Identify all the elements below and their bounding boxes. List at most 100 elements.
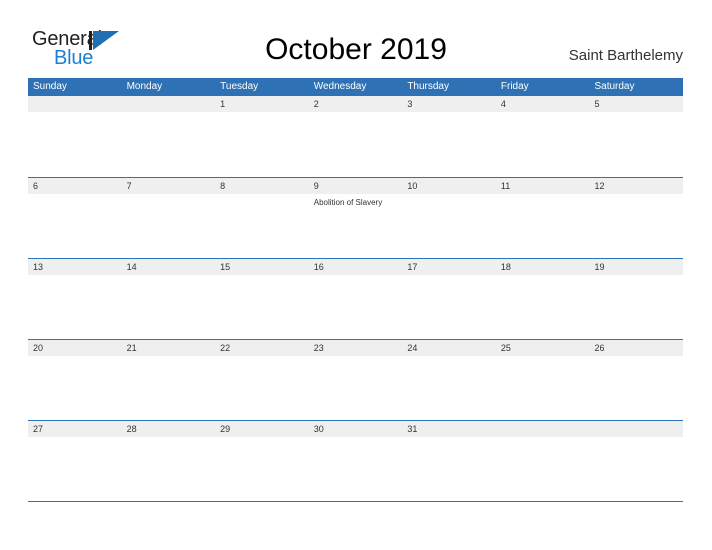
day-number[interactable]: 27 bbox=[28, 421, 122, 437]
week-event-band bbox=[28, 275, 683, 339]
day-cell[interactable] bbox=[496, 275, 590, 339]
day-number[interactable]: 10 bbox=[402, 178, 496, 194]
day-cell[interactable] bbox=[589, 275, 683, 339]
day-number[interactable]: 9 bbox=[309, 178, 403, 194]
day-number[interactable]: 24 bbox=[402, 340, 496, 356]
day-cell[interactable] bbox=[496, 437, 590, 501]
day-number[interactable]: 25 bbox=[496, 340, 590, 356]
day-cell[interactable]: Abolition of Slavery bbox=[309, 194, 403, 258]
calendar-week-row: 13 14 15 16 17 18 19 bbox=[28, 258, 683, 339]
day-number[interactable]: 6 bbox=[28, 178, 122, 194]
day-number[interactable]: 18 bbox=[496, 259, 590, 275]
day-number-empty bbox=[28, 96, 122, 112]
day-number[interactable]: 23 bbox=[309, 340, 403, 356]
calendar-bottom-divider bbox=[28, 501, 683, 502]
day-number[interactable]: 19 bbox=[589, 259, 683, 275]
day-number[interactable]: 1 bbox=[215, 96, 309, 112]
day-cell[interactable] bbox=[122, 194, 216, 258]
calendar-weeks: 1 2 3 4 5 6 7 8 9 10 11 12 Abolition of Slavery 13 14 1… bbox=[28, 96, 683, 501]
day-number[interactable]: 13 bbox=[28, 259, 122, 275]
calendar-page: General Blue October 2019 Saint Barthele… bbox=[0, 0, 712, 550]
day-number[interactable]: 21 bbox=[122, 340, 216, 356]
day-cell[interactable] bbox=[122, 356, 216, 420]
weekday-header-saturday: Saturday bbox=[594, 81, 635, 92]
day-number[interactable]: 30 bbox=[309, 421, 403, 437]
week-event-band bbox=[28, 356, 683, 420]
weekday-header-row: Sunday Monday Tuesday Wednesday Thursday… bbox=[28, 78, 683, 96]
day-cell[interactable] bbox=[122, 437, 216, 501]
week-date-band: 20 21 22 23 24 25 26 bbox=[28, 339, 683, 356]
day-cell[interactable] bbox=[589, 194, 683, 258]
weekday-header-monday: Monday bbox=[126, 81, 163, 92]
day-number[interactable]: 31 bbox=[402, 421, 496, 437]
weekday-header-thursday: Thursday bbox=[407, 81, 449, 92]
day-cell[interactable] bbox=[122, 275, 216, 339]
week-date-band: 12345 bbox=[28, 96, 683, 112]
calendar-week-row: 20 21 22 23 24 25 26 bbox=[28, 339, 683, 420]
day-event: Abolition of Slavery bbox=[313, 198, 383, 207]
day-cell[interactable] bbox=[309, 437, 403, 501]
day-number[interactable]: 26 bbox=[589, 340, 683, 356]
page-header: General Blue October 2019 Saint Barthele… bbox=[0, 0, 712, 78]
day-number[interactable]: 4 bbox=[496, 96, 590, 112]
day-cell[interactable] bbox=[309, 356, 403, 420]
day-number[interactable]: 29 bbox=[215, 421, 309, 437]
day-number[interactable]: 20 bbox=[28, 340, 122, 356]
day-number-empty bbox=[496, 421, 590, 437]
day-cell[interactable] bbox=[496, 194, 590, 258]
day-cell[interactable] bbox=[122, 112, 216, 176]
day-cell[interactable] bbox=[496, 112, 590, 176]
day-cell[interactable] bbox=[589, 356, 683, 420]
weekday-header-sunday: Sunday bbox=[33, 81, 67, 92]
day-number-empty bbox=[122, 96, 216, 112]
calendar-week-row: 27 28 29 30 31 bbox=[28, 420, 683, 501]
day-cell[interactable] bbox=[215, 356, 309, 420]
day-cell[interactable] bbox=[215, 437, 309, 501]
day-cell[interactable] bbox=[28, 194, 122, 258]
day-number-empty bbox=[589, 421, 683, 437]
week-event-band bbox=[28, 112, 683, 176]
day-cell[interactable] bbox=[402, 112, 496, 176]
week-event-band bbox=[28, 437, 683, 501]
day-cell[interactable] bbox=[28, 437, 122, 501]
week-date-band: 13 14 15 16 17 18 19 bbox=[28, 258, 683, 275]
day-cell[interactable] bbox=[215, 112, 309, 176]
day-cell[interactable] bbox=[589, 112, 683, 176]
day-number[interactable]: 7 bbox=[122, 178, 216, 194]
day-cell[interactable] bbox=[309, 275, 403, 339]
day-number[interactable]: 3 bbox=[402, 96, 496, 112]
day-cell[interactable] bbox=[402, 356, 496, 420]
day-cell[interactable] bbox=[309, 112, 403, 176]
week-date-band: 27 28 29 30 31 bbox=[28, 420, 683, 437]
day-cell[interactable] bbox=[215, 194, 309, 258]
calendar-week-row: 6 7 8 9 10 11 12 Abolition of Slavery bbox=[28, 177, 683, 258]
weekday-header-friday: Friday bbox=[500, 81, 529, 92]
day-number[interactable]: 28 bbox=[122, 421, 216, 437]
day-number[interactable]: 8 bbox=[215, 178, 309, 194]
day-cell[interactable] bbox=[28, 275, 122, 339]
weekday-header-wednesday: Wednesday bbox=[313, 81, 367, 92]
day-cell[interactable] bbox=[496, 356, 590, 420]
day-number[interactable]: 11 bbox=[496, 178, 590, 194]
day-cell[interactable] bbox=[402, 275, 496, 339]
day-cell[interactable] bbox=[402, 437, 496, 501]
day-number[interactable]: 16 bbox=[309, 259, 403, 275]
day-number[interactable]: 22 bbox=[215, 340, 309, 356]
day-number[interactable]: 17 bbox=[402, 259, 496, 275]
week-event-band: Abolition of Slavery bbox=[28, 194, 683, 258]
day-cell[interactable] bbox=[215, 275, 309, 339]
week-date-band: 6 7 8 9 10 11 12 bbox=[28, 177, 683, 194]
day-cell[interactable] bbox=[28, 112, 122, 176]
day-cell[interactable] bbox=[402, 194, 496, 258]
calendar-week-row: 12345 bbox=[28, 96, 683, 177]
calendar-grid: Sunday Monday Tuesday Wednesday Thursday… bbox=[28, 78, 683, 502]
day-number[interactable]: 12 bbox=[589, 178, 683, 194]
location-label: Saint Barthelemy bbox=[568, 47, 683, 64]
day-number[interactable]: 2 bbox=[309, 96, 403, 112]
day-number[interactable]: 5 bbox=[589, 96, 683, 112]
day-number[interactable]: 15 bbox=[215, 259, 309, 275]
day-cell[interactable] bbox=[589, 437, 683, 501]
day-number[interactable]: 14 bbox=[122, 259, 216, 275]
weekday-header-tuesday: Tuesday bbox=[220, 81, 259, 92]
day-cell[interactable] bbox=[28, 356, 122, 420]
